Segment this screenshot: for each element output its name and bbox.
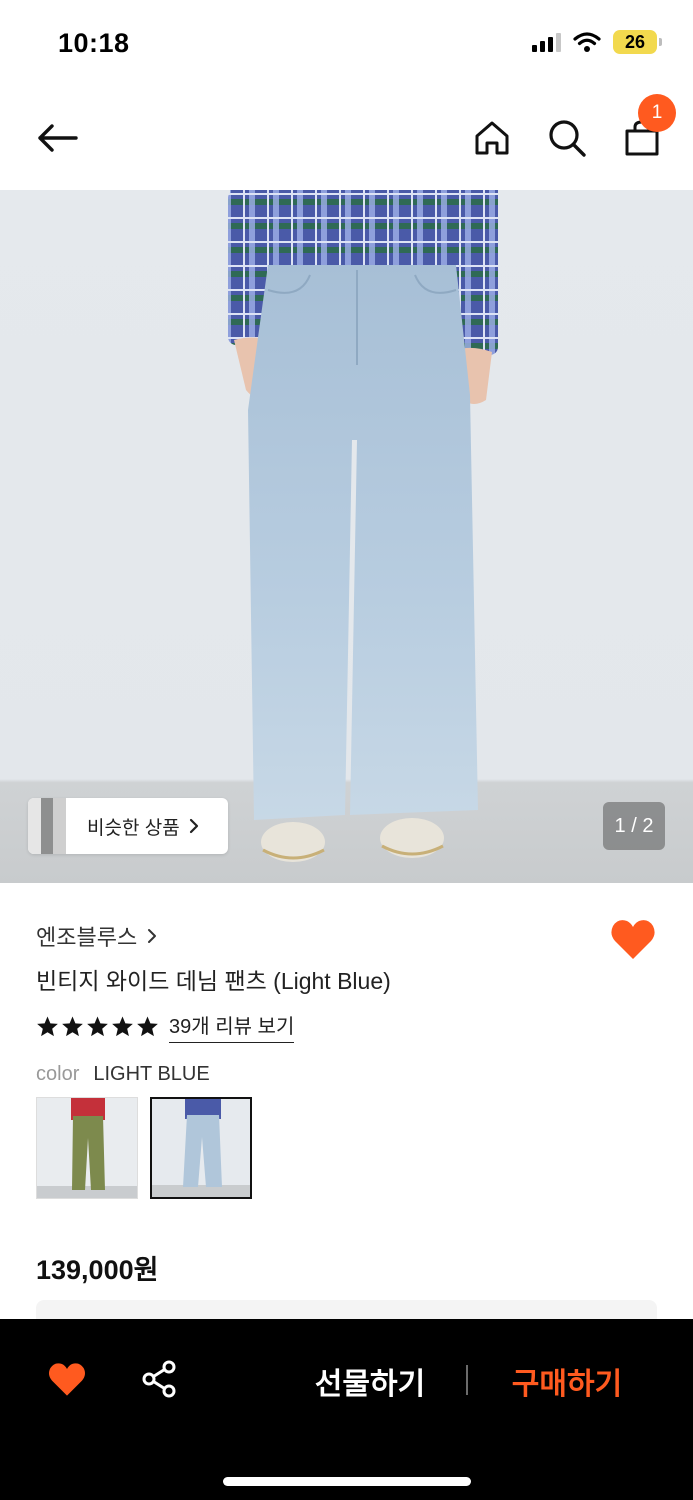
color-label: color: [36, 1063, 80, 1085]
star-icon: [62, 1016, 83, 1037]
wishlist-button[interactable]: [608, 915, 658, 965]
color-swatch-green[interactable]: [36, 1097, 138, 1199]
share-icon: [142, 1360, 176, 1398]
cart-button[interactable]: 1: [618, 94, 676, 162]
buy-button[interactable]: 구매하기: [500, 1359, 634, 1403]
status-time: 10:18: [58, 28, 130, 58]
product-photo: [228, 190, 498, 862]
heart-filled-icon: [611, 920, 655, 959]
home-button[interactable]: [468, 114, 516, 162]
rating-row: 39개 리뷰 보기: [36, 1010, 295, 1043]
swatch-image-light-blue: [152, 1099, 250, 1197]
color-value: LIGHT BLUE: [93, 1063, 210, 1085]
chevron-right-icon: [189, 818, 198, 834]
chevron-right-icon: [148, 929, 157, 943]
search-button[interactable]: [543, 114, 591, 162]
review-link[interactable]: 39개 리뷰 보기: [169, 1010, 295, 1043]
similar-product-thumbnail: [28, 798, 67, 854]
status-bar: 10:18 26: [0, 0, 693, 88]
product-title: 빈티지 와이드 데님 팬츠 (Light Blue): [36, 968, 391, 994]
arrow-left-icon: [38, 124, 78, 152]
bottom-like-button[interactable]: [45, 1357, 89, 1401]
product-price: 139,000원: [36, 1255, 159, 1285]
back-button[interactable]: [33, 114, 81, 162]
share-button[interactable]: [137, 1357, 181, 1401]
heart-filled-icon: [49, 1363, 85, 1396]
gift-button[interactable]: 선물하기: [300, 1359, 440, 1403]
home-icon: [475, 121, 509, 155]
similar-products-label: 비슷한 상품: [87, 817, 180, 839]
image-page-indicator: 1 / 2: [603, 802, 665, 850]
bottom-action-bar: 선물하기 구매하기: [0, 1319, 693, 1500]
color-swatch-light-blue[interactable]: [150, 1097, 252, 1199]
wifi-icon: [573, 32, 601, 52]
battery-indicator: 26: [613, 30, 662, 54]
product-image-gallery[interactable]: 비슷한 상품 1 / 2: [0, 190, 693, 883]
rating-stars: [36, 1015, 159, 1038]
cellular-signal-icon: [532, 32, 561, 52]
star-icon: [112, 1016, 133, 1037]
color-row: color LIGHT BLUE: [36, 1063, 210, 1086]
brand-name: 엔조블루스: [36, 925, 138, 950]
star-icon: [37, 1016, 58, 1037]
brand-link[interactable]: 엔조블루스: [36, 920, 157, 952]
cart-count-badge: 1: [638, 94, 676, 132]
bottom-divider: [466, 1365, 468, 1395]
search-icon: [549, 120, 586, 157]
star-icon: [137, 1016, 158, 1037]
similar-products-button[interactable]: 비슷한 상품: [28, 798, 228, 854]
status-icons: 26: [532, 30, 662, 54]
star-icon: [87, 1016, 108, 1037]
swatch-image-green: [37, 1098, 137, 1198]
home-indicator: [223, 1477, 471, 1486]
nav-header: 1: [0, 88, 693, 190]
